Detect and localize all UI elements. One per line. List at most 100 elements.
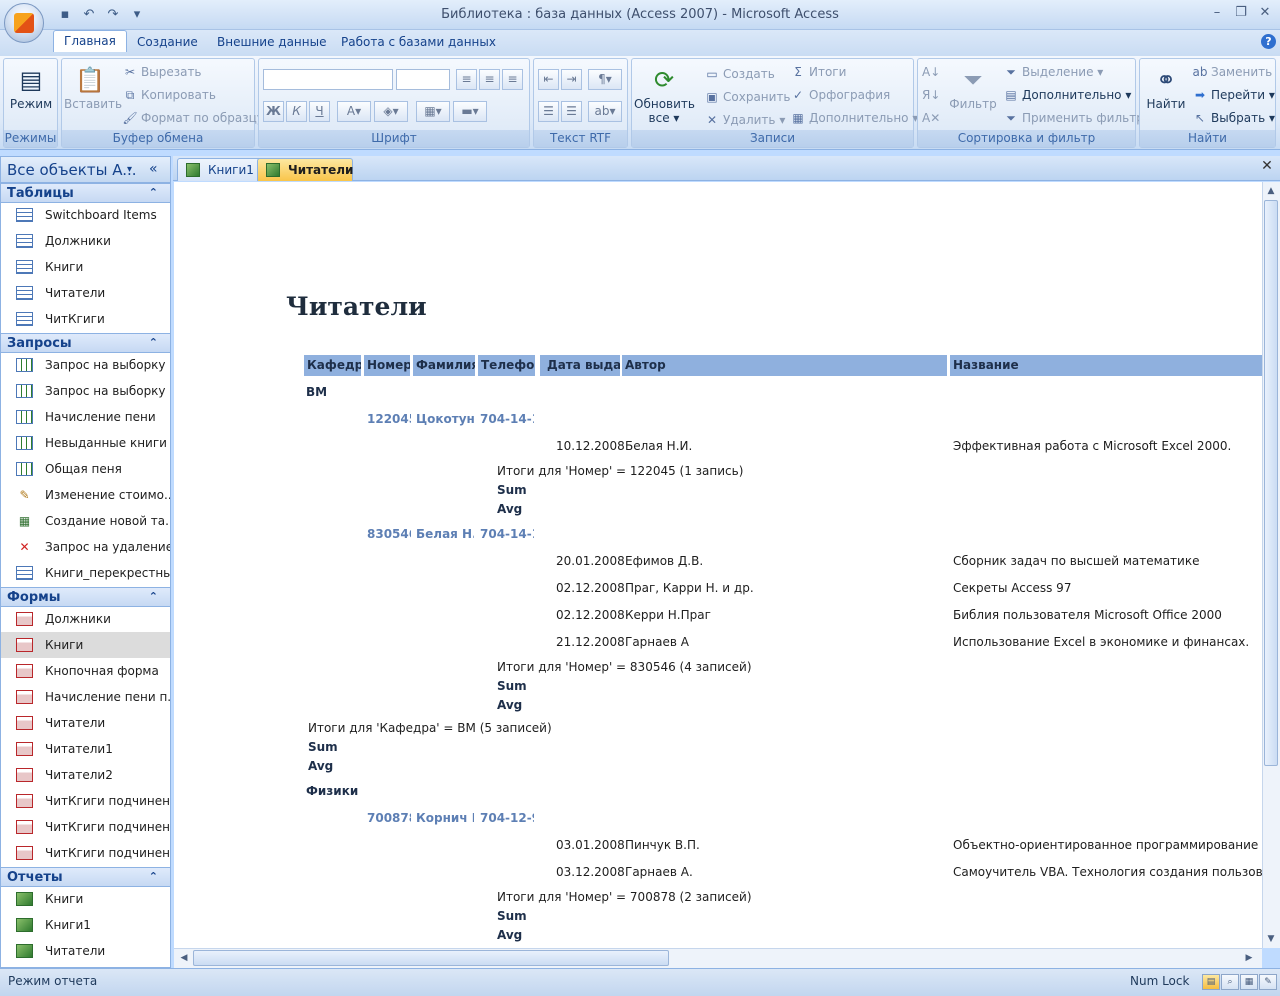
font-name-combo[interactable] bbox=[263, 69, 393, 90]
nav-form-subform-2[interactable]: ЧитКгиги подчинен... bbox=[1, 814, 170, 840]
nav-header[interactable]: Все объекты A... ▾ « bbox=[1, 157, 170, 183]
nav-table-readers[interactable]: Читатели bbox=[1, 280, 170, 306]
bullets-icon[interactable]: ☰ bbox=[561, 101, 582, 122]
save-record-button[interactable]: ▣ Сохранить bbox=[704, 87, 790, 107]
filter-button[interactable]: ⏷ Фильтр bbox=[948, 65, 998, 111]
design-view-icon[interactable]: ✎ bbox=[1259, 974, 1277, 990]
spelling-button[interactable]: ✓ Орфография bbox=[790, 85, 890, 105]
nav-report-books1[interactable]: Книги1 bbox=[1, 912, 170, 938]
layout-view-icon[interactable]: ▦ bbox=[1240, 974, 1258, 990]
nav-query-3[interactable]: Начисление пени bbox=[1, 404, 170, 430]
paste-button[interactable]: 📋 Вставить bbox=[64, 65, 122, 111]
nav-form-penalty[interactable]: Начисление пени п... bbox=[1, 684, 170, 710]
more-records-button[interactable]: ▦ Дополнительно ▾ bbox=[790, 108, 918, 128]
select-button[interactable]: ↖ Выбрать ▾ bbox=[1192, 108, 1275, 128]
close-document-icon[interactable]: ✕ bbox=[1258, 158, 1276, 176]
clear-sort-icon[interactable]: A✕ bbox=[922, 108, 940, 128]
collapse-icon[interactable]: ⌃ bbox=[149, 186, 158, 199]
replace-button[interactable]: ab Заменить bbox=[1192, 62, 1273, 82]
help-icon[interactable]: ? bbox=[1261, 34, 1276, 49]
nav-query-8[interactable]: ✕ Запрос на удаление bbox=[1, 534, 170, 560]
align-right-icon[interactable]: ≡ bbox=[502, 69, 523, 90]
new-record-button[interactable]: ▭ Создать bbox=[704, 64, 775, 84]
view-button[interactable]: ▤ Режим bbox=[8, 65, 54, 111]
nav-form-readers2[interactable]: Читатели2 bbox=[1, 762, 170, 788]
minimize-icon[interactable]: – bbox=[1206, 4, 1228, 22]
cut-button[interactable]: ✂ Вырезать bbox=[122, 62, 202, 82]
goto-button[interactable]: ➡ Перейти ▾ bbox=[1192, 85, 1275, 105]
nav-form-subform-3[interactable]: ЧитКгиги подчинен... bbox=[1, 840, 170, 866]
totals-button[interactable]: Σ Итоги bbox=[790, 62, 846, 82]
selection-button[interactable]: ⏷ Выделение ▾ bbox=[1003, 62, 1103, 82]
doc-tab-readers[interactable]: Читатели bbox=[257, 158, 353, 181]
paragraph-icon[interactable]: ¶▾ bbox=[588, 69, 622, 90]
bold-button[interactable]: Ж bbox=[263, 101, 284, 122]
align-left-icon[interactable]: ≡ bbox=[456, 69, 477, 90]
shutter-bar-icon[interactable]: « bbox=[149, 161, 158, 177]
scroll-up-icon[interactable]: ▲ bbox=[1264, 186, 1278, 196]
nav-group-tables[interactable]: Таблицы ⌃ bbox=[1, 183, 170, 203]
nav-form-books[interactable]: Книги bbox=[1, 632, 170, 658]
restore-icon[interactable]: ❐ bbox=[1230, 4, 1252, 22]
horizontal-scroll-thumb[interactable] bbox=[193, 950, 669, 966]
fill-color-icon[interactable]: ◈▾ bbox=[374, 101, 408, 122]
advanced-filter-button[interactable]: ▤ Дополнительно ▾ bbox=[1003, 85, 1131, 105]
collapse-icon[interactable]: ⌃ bbox=[149, 870, 158, 883]
increase-indent-icon[interactable]: ⇥ bbox=[561, 69, 582, 90]
nav-query-2[interactable]: Запрос на выборку 2 bbox=[1, 378, 170, 404]
print-preview-icon[interactable]: ⌕ bbox=[1221, 974, 1239, 990]
nav-form-debtors[interactable]: Должники bbox=[1, 606, 170, 632]
nav-group-reports[interactable]: Отчеты ⌃ bbox=[1, 867, 170, 887]
collapse-icon[interactable]: ⌃ bbox=[149, 336, 158, 349]
nav-form-subform-1[interactable]: ЧитКгиги подчинен... bbox=[1, 788, 170, 814]
nav-query-5[interactable]: Общая пеня bbox=[1, 456, 170, 482]
nav-query-6[interactable]: ✎ Изменение стоимо... bbox=[1, 482, 170, 508]
office-button[interactable] bbox=[4, 3, 44, 43]
refresh-all-button[interactable]: ⟳ Обновить все ▾ bbox=[634, 65, 695, 125]
align-center-icon[interactable]: ≡ bbox=[479, 69, 500, 90]
tab-external-data[interactable]: Внешние данные bbox=[207, 32, 336, 53]
underline-button[interactable]: Ч bbox=[309, 101, 330, 122]
font-size-combo[interactable] bbox=[396, 69, 450, 90]
nav-report-books[interactable]: Книги bbox=[1, 886, 170, 912]
tab-create[interactable]: Создание bbox=[127, 32, 208, 53]
font-color-icon[interactable]: A▾ bbox=[337, 101, 371, 122]
sort-desc-icon[interactable]: Я↓ bbox=[922, 85, 940, 105]
nav-group-queries[interactable]: Запросы ⌃ bbox=[1, 333, 170, 353]
report-view-icon[interactable]: ▤ bbox=[1202, 974, 1220, 990]
nav-dropdown-icon[interactable]: ▾ bbox=[127, 164, 132, 175]
vertical-scroll-thumb[interactable] bbox=[1264, 200, 1278, 766]
nav-table-reader-books[interactable]: ЧитКгиги bbox=[1, 306, 170, 332]
highlight-icon[interactable]: ab▾ bbox=[588, 101, 622, 122]
scroll-right-icon[interactable]: ▶ bbox=[1242, 953, 1256, 963]
close-window-icon[interactable]: ✕ bbox=[1254, 4, 1276, 22]
gridlines-icon[interactable]: ▦▾ bbox=[416, 101, 450, 122]
format-painter-button[interactable]: 🖌 Формат по образцу bbox=[122, 108, 264, 128]
doc-tab-books1[interactable]: Книги1 bbox=[177, 158, 263, 181]
scroll-down-icon[interactable]: ▼ bbox=[1264, 934, 1278, 944]
nav-group-forms[interactable]: Формы ⌃ bbox=[1, 587, 170, 607]
nav-table-debtors[interactable]: Должники bbox=[1, 228, 170, 254]
tab-database-tools[interactable]: Работа с базами данных bbox=[331, 32, 506, 53]
nav-form-readers[interactable]: Читатели bbox=[1, 710, 170, 736]
tab-home[interactable]: Главная bbox=[53, 30, 127, 52]
alt-fill-icon[interactable]: ▬▾ bbox=[453, 101, 487, 122]
decrease-indent-icon[interactable]: ⇤ bbox=[538, 69, 559, 90]
delete-record-button[interactable]: ✕ Удалить ▾ bbox=[704, 110, 785, 130]
find-button[interactable]: ⚭ Найти bbox=[1142, 65, 1190, 111]
nav-query-7[interactable]: ▦ Создание новой та... bbox=[1, 508, 170, 534]
nav-table-books[interactable]: Книги bbox=[1, 254, 170, 280]
nav-table-switchboard[interactable]: Switchboard Items bbox=[1, 202, 170, 228]
scroll-left-icon[interactable]: ◀ bbox=[177, 953, 191, 963]
collapse-icon[interactable]: ⌃ bbox=[149, 590, 158, 603]
sort-asc-icon[interactable]: A↓ bbox=[922, 62, 940, 82]
nav-report-readers[interactable]: Читатели bbox=[1, 938, 170, 964]
nav-query-4[interactable]: Невыданные книги bbox=[1, 430, 170, 456]
nav-form-readers1[interactable]: Читатели1 bbox=[1, 736, 170, 762]
nav-form-switchboard[interactable]: Кнопочная форма bbox=[1, 658, 170, 684]
numbering-icon[interactable]: ☰ bbox=[538, 101, 559, 122]
apply-filter-button[interactable]: ⏷ Применить фильтр bbox=[1003, 108, 1144, 128]
nav-query-1[interactable]: Запрос на выборку bbox=[1, 352, 170, 378]
italic-button[interactable]: К bbox=[286, 101, 307, 122]
nav-query-9[interactable]: Книги_перекрестный bbox=[1, 560, 170, 586]
